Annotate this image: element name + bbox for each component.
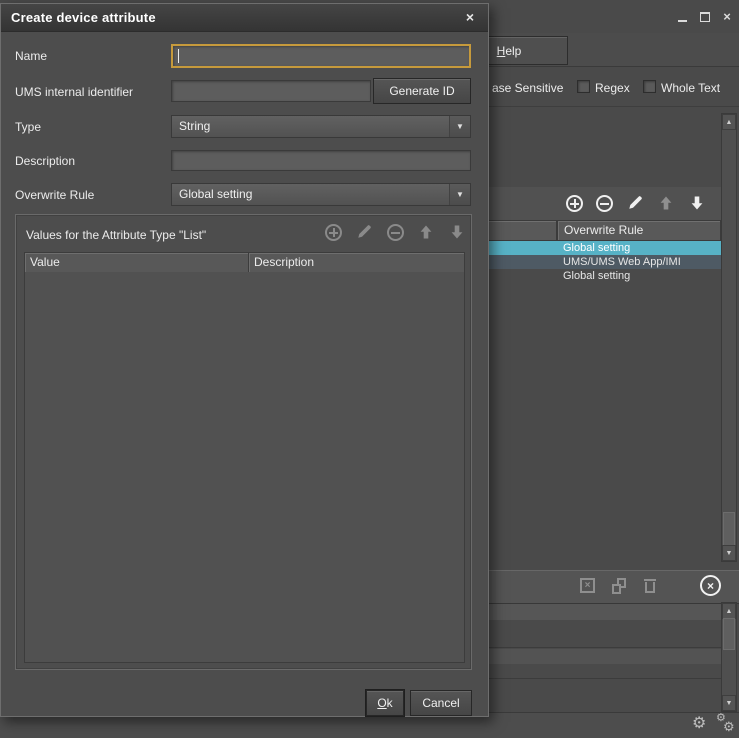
scroll-down-icon[interactable]: ▼ — [722, 695, 736, 711]
dialog-title: Create device attribute — [11, 10, 156, 25]
description-input[interactable] — [171, 150, 471, 171]
maximize-icon[interactable] — [698, 10, 712, 24]
type-dropdown[interactable]: String ▼ — [171, 115, 471, 138]
scroll-down-icon[interactable]: ▼ — [722, 545, 736, 561]
type-label: Type — [15, 120, 41, 134]
move-value-down-icon[interactable] — [449, 224, 465, 240]
column-header-label: Overwrite Rule — [564, 223, 643, 237]
scroll-up-icon[interactable]: ▲ — [722, 603, 736, 619]
scrollbar-thumb[interactable] — [723, 512, 735, 546]
create-device-attribute-dialog: Create device attribute × Name UMS inter… — [0, 3, 489, 717]
move-up-icon[interactable] — [658, 195, 674, 211]
move-value-up-icon[interactable] — [418, 224, 434, 240]
boxed-x-glyph: × — [585, 580, 591, 591]
edit-attribute-icon[interactable] — [627, 195, 643, 211]
remove-attribute-icon[interactable] — [596, 195, 613, 212]
attribute-row-overwrite-rule: Global setting — [563, 241, 630, 255]
values-panel-title: Values for the Attribute Type "List" — [26, 228, 206, 242]
remove-value-icon[interactable] — [387, 224, 404, 241]
overwrite-rule-dropdown-value: Global setting — [179, 184, 252, 205]
circle-x-glyph: × — [707, 579, 714, 593]
text-caret-icon — [178, 49, 179, 63]
type-dropdown-value: String — [179, 116, 210, 137]
name-input[interactable] — [171, 44, 471, 68]
delete-icon[interactable] — [643, 578, 657, 593]
attribute-row-overwrite-rule: UMS/UMS Web App/IMI — [563, 255, 681, 269]
description-label: Description — [15, 154, 75, 168]
scroll-up-icon[interactable]: ▲ — [722, 114, 736, 130]
dialog-close-icon[interactable]: × — [462, 9, 478, 25]
case-sensitive-label[interactable]: ase Sensitive — [492, 81, 563, 95]
values-table: Value Description — [24, 252, 465, 663]
lower-scrollbar[interactable]: ▲ ▼ — [721, 602, 737, 712]
name-label: Name — [15, 49, 47, 63]
gear-small-icon: ⚙ — [723, 720, 735, 733]
copy-icon[interactable] — [611, 578, 627, 594]
chevron-down-icon[interactable]: ▼ — [449, 184, 470, 205]
regex-label[interactable]: Regex — [595, 81, 630, 95]
ok-button-label: Ok — [377, 696, 392, 710]
generate-id-label: Generate ID — [389, 84, 454, 98]
chevron-down-icon[interactable]: ▼ — [449, 116, 470, 137]
dialog-titlebar[interactable]: Create device attribute × — [1, 4, 488, 32]
column-header-overwrite-rule[interactable]: Overwrite Rule — [557, 220, 721, 241]
regex-checkbox[interactable] — [577, 80, 590, 93]
attribute-row-overwrite-rule: Global setting — [563, 269, 630, 283]
move-down-icon[interactable] — [689, 195, 705, 211]
whole-text-label[interactable]: Whole Text — [661, 81, 720, 95]
values-panel: Values for the Attribute Type "List" Val… — [15, 214, 472, 670]
column-header-description[interactable]: Description — [249, 253, 464, 272]
overwrite-rule-dropdown[interactable]: Global setting ▼ — [171, 183, 471, 206]
add-value-icon[interactable] — [325, 224, 342, 241]
window-close-icon[interactable]: × — [720, 10, 734, 24]
values-table-body — [25, 272, 464, 662]
clear-selection-icon[interactable]: × — [580, 578, 595, 593]
gear-icon: ⚙ — [692, 716, 706, 732]
minimize-icon[interactable] — [676, 10, 690, 24]
cancel-button-label: Cancel — [422, 696, 459, 710]
cancel-button[interactable]: Cancel — [410, 690, 472, 716]
scrollbar-thumb[interactable] — [723, 618, 735, 650]
ums-id-input[interactable] — [171, 80, 371, 102]
window-controls: × — [676, 10, 734, 24]
column-header-value[interactable]: Value — [25, 253, 249, 272]
generate-id-button[interactable]: Generate ID — [373, 78, 471, 104]
ums-id-label: UMS internal identifier — [15, 85, 133, 99]
add-attribute-icon[interactable] — [566, 195, 583, 212]
help-button-label: Help — [497, 44, 522, 58]
edit-value-icon[interactable] — [356, 224, 372, 240]
list-scrollbar[interactable]: ▲ ▼ — [721, 113, 737, 562]
close-circle-icon[interactable]: × — [700, 575, 721, 596]
ok-button[interactable]: Ok — [366, 690, 404, 716]
values-table-header: Value Description — [25, 253, 464, 273]
overwrite-rule-label: Overwrite Rule — [15, 188, 94, 202]
whole-text-checkbox[interactable] — [643, 80, 656, 93]
app-window: × Help ase Sensitive Regex Whole Text Ov… — [0, 0, 739, 738]
